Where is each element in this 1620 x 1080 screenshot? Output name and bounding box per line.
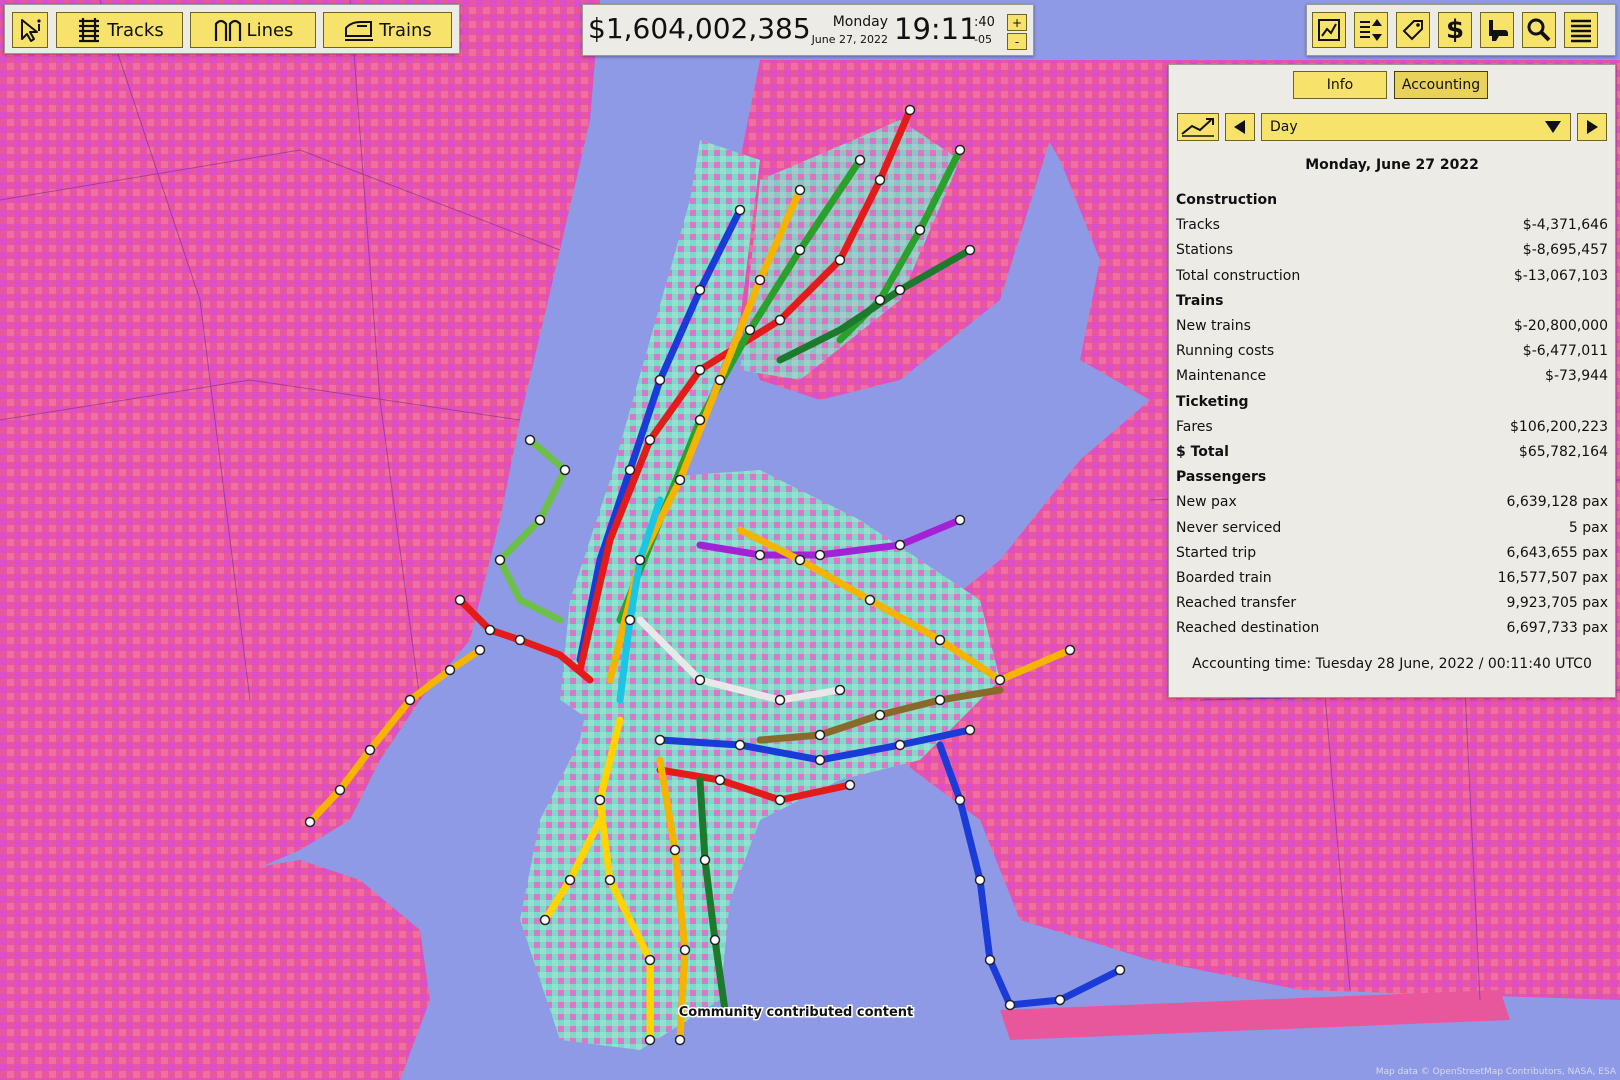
row-label: Construction	[1176, 192, 1278, 208]
row-value: $65,782,164	[1518, 444, 1608, 460]
ticket-icon	[1402, 20, 1423, 41]
seconds-display: :40	[974, 15, 995, 30]
tracks-button[interactable]: Tracks	[56, 12, 183, 48]
row-value: 6,639,128 pax	[1506, 494, 1608, 511]
table-row: Started trip 6,643,655 pax	[1176, 541, 1608, 565]
lines-icon	[214, 19, 241, 41]
row-value: 6,697,733 pax	[1506, 620, 1608, 637]
slow-down-button[interactable]: -	[1007, 33, 1027, 50]
row-label: Ticketing	[1176, 393, 1249, 410]
row-label: Reached transfer	[1176, 595, 1297, 612]
row-label: $ Total	[1176, 444, 1229, 460]
weekday-display: Monday	[832, 14, 888, 30]
speed-up-button[interactable]: +	[1007, 14, 1027, 31]
row-label: Passengers	[1176, 469, 1267, 486]
search-button[interactable]	[1522, 12, 1556, 48]
community-content-label: Community contributed content	[679, 1005, 914, 1020]
trains-icon	[345, 21, 374, 41]
table-row: Running costs $-6,477,011	[1176, 339, 1608, 363]
row-value: $106,200,223	[1510, 418, 1608, 435]
table-row: Reached transfer 9,923,705 pax	[1176, 591, 1608, 615]
tab-accounting[interactable]: Accounting	[1394, 71, 1488, 99]
prev-icon	[1234, 120, 1245, 134]
section-header: Trains	[1176, 289, 1608, 313]
build-icon	[1489, 20, 1508, 41]
table-row: Total construction $-13,067,103	[1176, 264, 1608, 288]
row-label: Stations	[1176, 242, 1234, 259]
row-label: Boarded train	[1176, 570, 1272, 586]
row-label: Tracks	[1176, 217, 1220, 234]
map-attribution: Map data © OpenStreetMap Contributors, N…	[1376, 1067, 1617, 1077]
search-icon	[1527, 18, 1551, 42]
row-value: $-73,944	[1545, 368, 1608, 385]
row-value: $-13,067,103	[1513, 267, 1608, 284]
dollar-icon: $	[1445, 15, 1465, 45]
section-header: Construction	[1176, 188, 1608, 212]
table-row: Tracks $-4,371,646	[1176, 213, 1608, 237]
row-label: Total construction	[1176, 267, 1301, 284]
previous-period-button[interactable]	[1225, 113, 1255, 141]
period-select[interactable]: Day	[1261, 113, 1571, 141]
row-value: $-20,800,000	[1513, 318, 1608, 334]
row-label: Reached destination	[1176, 620, 1320, 637]
finances-button[interactable]: $	[1438, 12, 1472, 48]
dropdown-arrow-icon	[1545, 121, 1561, 133]
table-row: Boarded train 16,577,507 pax	[1176, 566, 1608, 590]
lines-label: Lines	[246, 19, 294, 41]
menu-icon	[1571, 19, 1591, 43]
chart-button[interactable]	[1177, 113, 1219, 141]
land-staten-island	[0, 860, 430, 1080]
section-header: Ticketing	[1176, 390, 1608, 414]
tickets-button[interactable]	[1396, 12, 1430, 48]
table-row: Never serviced 5 pax	[1176, 516, 1608, 540]
sort-button[interactable]	[1354, 12, 1388, 48]
row-label: New trains	[1176, 318, 1251, 334]
row-value: $-4,371,646	[1522, 217, 1608, 234]
menu-button[interactable]	[1564, 12, 1598, 48]
next-icon	[1587, 120, 1598, 134]
cursor-info-icon	[21, 19, 41, 42]
table-row: Maintenance $-73,944	[1176, 364, 1608, 388]
time-display: 19:11	[894, 12, 978, 46]
row-value: 9,923,705 pax	[1506, 595, 1608, 612]
tracks-icon	[79, 18, 100, 43]
next-period-button[interactable]	[1577, 113, 1607, 141]
row-label: Never serviced	[1176, 519, 1282, 536]
select-tool-button[interactable]	[12, 12, 48, 48]
row-value: 5 pax	[1568, 519, 1608, 536]
trains-button[interactable]: Trains	[323, 12, 452, 48]
row-value: 16,577,507 pax	[1497, 570, 1608, 586]
table-row: Stations $-8,695,457	[1176, 238, 1608, 262]
build-button[interactable]	[1480, 12, 1514, 48]
row-label: Started trip	[1176, 544, 1257, 561]
money-display: $1,604,002,385	[588, 12, 811, 45]
accounting-title: Monday, June 27 2022	[1305, 157, 1479, 173]
tracks-label: Tracks	[107, 19, 164, 41]
map-layers-button[interactable]	[1312, 12, 1346, 48]
section-header: Passengers	[1176, 465, 1608, 489]
map-icon	[1318, 19, 1340, 41]
table-row: Fares $106,200,223	[1176, 415, 1608, 439]
row-value: $-8,695,457	[1522, 242, 1608, 259]
table-row: $ Total $65,782,164	[1176, 440, 1608, 464]
table-row: New pax 6,639,128 pax	[1176, 490, 1608, 514]
row-label: Trains	[1176, 292, 1224, 309]
trains-label: Trains	[379, 19, 432, 41]
row-value: 6,643,655 pax	[1506, 544, 1608, 561]
table-row: Reached destination 6,697,733 pax	[1176, 616, 1608, 640]
lines-button[interactable]: Lines	[190, 12, 316, 48]
row-value: $-6,477,011	[1522, 343, 1608, 360]
sort-icon	[1360, 19, 1382, 41]
tab-info[interactable]: Info	[1293, 71, 1387, 99]
row-label: Fares	[1176, 418, 1213, 435]
timezone-display: -05	[974, 33, 992, 46]
row-label: New pax	[1176, 494, 1237, 511]
table-row: New trains $-20,800,000	[1176, 314, 1608, 338]
chart-icon	[1181, 118, 1214, 137]
row-label: Running costs	[1176, 343, 1275, 360]
row-label: Maintenance	[1176, 368, 1267, 385]
date-display: June 27, 2022	[811, 33, 888, 46]
period-select-value: Day	[1270, 119, 1298, 135]
accounting-time: Accounting time: Tuesday 28 June, 2022 /…	[1192, 656, 1592, 672]
